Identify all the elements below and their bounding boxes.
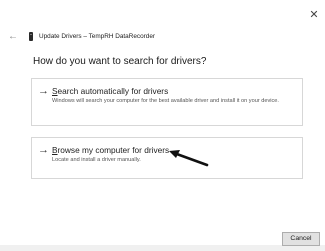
close-icon: ✕: [309, 9, 319, 21]
option-title: Search automatically for drivers: [52, 86, 168, 96]
right-arrow-icon: →: [38, 85, 49, 97]
dialog-footer: [0, 245, 325, 251]
right-arrow-icon: →: [38, 144, 49, 156]
window-title: Update Drivers – TempRH DataRecorder: [39, 32, 156, 40]
option-description: Windows will search your computer for th…: [52, 98, 279, 104]
option-title-text: rowse my computer for drivers: [57, 145, 170, 155]
search-automatically-option[interactable]: → Search automatically for drivers Windo…: [31, 78, 303, 126]
option-title: Browse my computer for drivers: [52, 145, 169, 155]
title-bar: ← Update Drivers – TempRH DataRecorder: [6, 26, 155, 46]
back-arrow-icon[interactable]: ←: [6, 31, 20, 42]
update-drivers-dialog: ✕ ← Update Drivers – TempRH DataRecorder…: [0, 0, 325, 251]
page-heading: How do you want to search for drivers?: [33, 56, 207, 67]
option-title-text: earch automatically for drivers: [57, 86, 169, 96]
usb-device-icon: [29, 31, 33, 41]
close-button[interactable]: ✕: [307, 8, 321, 22]
annotation-arrow-icon: [169, 150, 209, 167]
cancel-button[interactable]: Cancel: [282, 232, 320, 246]
